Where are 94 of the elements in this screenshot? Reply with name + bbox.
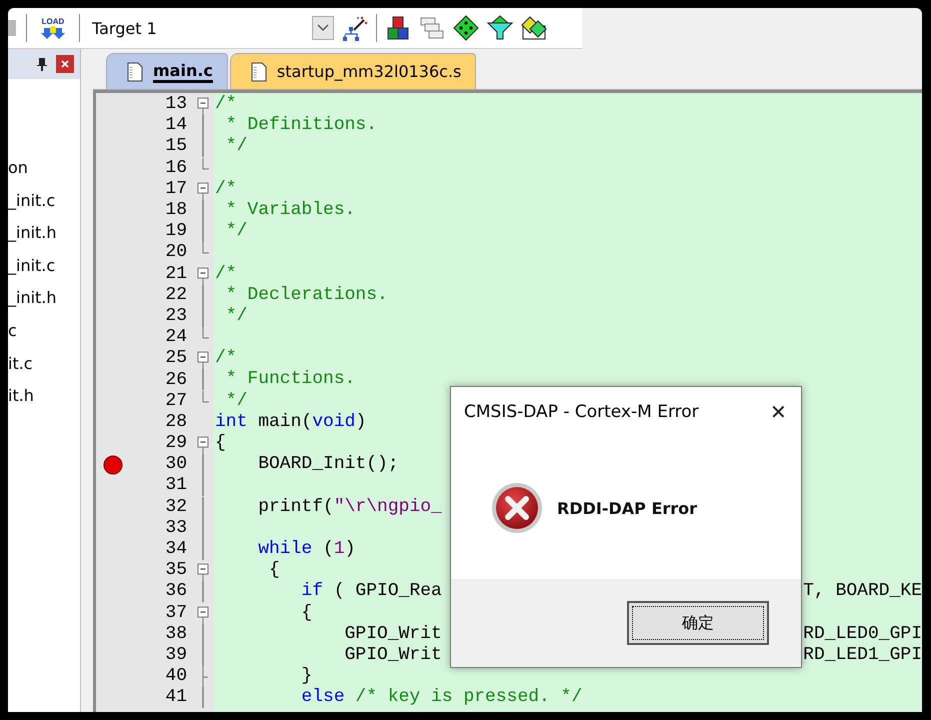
code-line: else /* key is pressed. */: [300, 687, 582, 708]
line-number: 29: [165, 433, 187, 454]
code-line: BOARD_Init();: [257, 454, 399, 476]
line-number: 13: [165, 94, 187, 116]
line-number: 41: [165, 687, 187, 708]
windows-icon[interactable]: [419, 15, 445, 41]
close-button[interactable]: ✕: [766, 400, 791, 424]
line-number: 38: [165, 624, 187, 645]
code-line: {: [268, 560, 280, 582]
code-line: if ( GPIO_Rea: [300, 581, 442, 602]
file-tab[interactable]: startup_mm32l0136c.s: [230, 53, 476, 89]
fold-guide-line: [202, 687, 204, 708]
line-number: 20: [165, 242, 187, 264]
code-line: {: [215, 433, 226, 454]
document-icon: [127, 62, 143, 82]
magic-wand-icon[interactable]: [342, 15, 368, 41]
error-icon: [491, 482, 543, 534]
line-number: 34: [165, 539, 187, 560]
load-button[interactable]: LOAD: [39, 16, 67, 40]
line-number: 19: [165, 221, 187, 242]
fold-end-line: [202, 327, 210, 340]
dialog-title: CMSIS-DAP - Cortex-M Error: [464, 402, 699, 422]
close-button[interactable]: [56, 55, 74, 73]
code-line: }: [300, 666, 312, 688]
diamond-icon[interactable]: [453, 15, 479, 41]
line-number: 32: [165, 496, 187, 518]
code-line: */: [224, 136, 248, 158]
code-line: /*: [215, 348, 237, 370]
file-item[interactable]: c: [8, 314, 80, 348]
code-line: GPIO_Writ: [344, 644, 442, 666]
chevron-down-icon[interactable]: [317, 24, 329, 32]
file-item[interactable]: _init.c: [8, 184, 80, 218]
line-number: 25: [165, 348, 187, 370]
fold-end-line: [202, 390, 210, 403]
code-line: {: [300, 602, 312, 624]
code-line: int main(void): [215, 412, 366, 433]
line-number: 36: [165, 581, 187, 602]
code-fragment: RD_LED1_GPI: [803, 644, 922, 666]
code-line: */: [224, 390, 248, 412]
fold-guide-line: [202, 369, 204, 391]
code-line: /*: [215, 264, 237, 285]
code-line: printf("\r\ngpio_: [257, 496, 442, 518]
code-line: */: [224, 306, 248, 328]
blocks-icon[interactable]: [385, 15, 411, 41]
line-number: 15: [165, 136, 187, 158]
fold-guide-line: [202, 581, 204, 602]
code-line: * Variables.: [224, 200, 356, 222]
line-number: 23: [165, 306, 187, 327]
line-number: 30: [165, 454, 187, 476]
file-item[interactable]: on: [8, 152, 80, 185]
line-number: 18: [165, 200, 187, 222]
fold-end-line: [202, 242, 210, 254]
file-item[interactable]: it.h: [8, 380, 80, 413]
code-line: /*: [215, 94, 237, 116]
file-item[interactable]: _init.c: [8, 250, 80, 282]
breakpoint-icon[interactable]: [103, 454, 123, 475]
line-number: 35: [165, 560, 187, 582]
line-number: 39: [165, 644, 187, 666]
code-line: * Declerations.: [224, 284, 388, 306]
pin-icon[interactable]: [36, 57, 48, 71]
file-item[interactable]: _init.h: [8, 282, 80, 315]
line-number: 24: [165, 327, 187, 348]
code-line: GPIO_Writ: [344, 624, 442, 645]
error-message: RDDI-DAP Error: [557, 498, 698, 518]
code-fragment: RD_LED0_GPI: [803, 624, 922, 645]
code-line: while (1): [257, 538, 356, 560]
line-number: 17: [165, 178, 187, 200]
line-number: 33: [165, 518, 187, 539]
line-number: 27: [165, 390, 187, 412]
fold-branch-line: [202, 666, 210, 688]
ok-button[interactable]: 确定: [627, 601, 769, 645]
file-tab[interactable]: main.c: [106, 53, 228, 89]
line-number: 31: [165, 475, 187, 496]
line-number: 26: [165, 370, 187, 391]
line-number: 21: [165, 264, 187, 285]
line-number: 40: [165, 666, 187, 688]
line-number: 28: [165, 412, 187, 433]
line-number: 14: [165, 115, 187, 136]
fold-end-line: [202, 158, 210, 170]
diamonds-icon[interactable]: [521, 15, 547, 41]
line-number: 22: [165, 284, 187, 306]
code-line: /*: [215, 178, 237, 200]
line-number: 37: [165, 602, 187, 624]
document-icon: [250, 62, 267, 82]
funnel-icon[interactable]: [487, 15, 513, 41]
code-fragment: T, BOARD_KE: [803, 581, 922, 602]
code-line: * Definitions.: [224, 115, 378, 136]
file-item[interactable]: _init.h: [8, 217, 80, 250]
file-item[interactable]: it.c: [8, 348, 80, 380]
code-line: */: [224, 221, 248, 242]
close-icon: [60, 59, 70, 69]
code-line: * Functions.: [224, 369, 356, 391]
target-dropdown[interactable]: Target 1: [88, 13, 334, 43]
line-number: 16: [165, 158, 187, 179]
